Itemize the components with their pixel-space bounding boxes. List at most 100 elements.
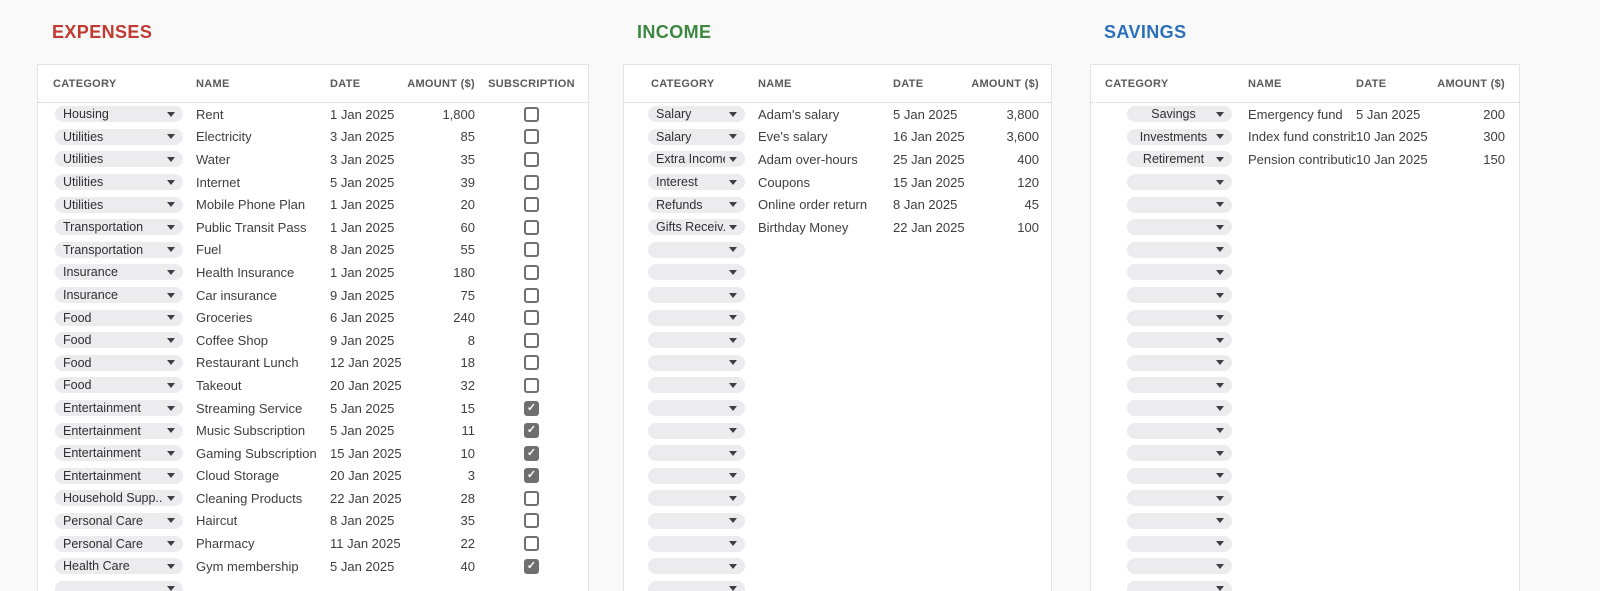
name-cell[interactable]: Groceries <box>196 310 330 325</box>
date-cell[interactable]: 25 Jan 2025 <box>893 152 965 167</box>
amount-cell[interactable]: 3,800 <box>965 107 1051 122</box>
name-cell[interactable]: Public Transit Pass <box>196 220 330 235</box>
subscription-checkbox[interactable] <box>524 287 539 303</box>
date-cell[interactable]: 6 Jan 2025 <box>330 310 402 325</box>
name-cell[interactable]: Coffee Shop <box>196 333 330 348</box>
date-cell[interactable]: 3 Jan 2025 <box>330 152 402 167</box>
category-dropdown[interactable]: Personal Care <box>55 512 183 529</box>
category-dropdown[interactable]: Housing <box>55 106 183 123</box>
name-cell[interactable]: Adam over-hours <box>758 152 893 167</box>
name-cell[interactable]: Streaming Service <box>196 401 330 416</box>
category-dropdown[interactable] <box>1127 558 1232 575</box>
category-dropdown[interactable]: Entertainment <box>55 445 183 462</box>
subscription-checkbox[interactable] <box>524 468 539 484</box>
subscription-checkbox[interactable] <box>524 219 539 235</box>
category-dropdown[interactable]: Food <box>55 354 183 371</box>
date-cell[interactable]: 12 Jan 2025 <box>330 355 402 370</box>
category-dropdown[interactable] <box>1127 512 1232 529</box>
category-dropdown[interactable] <box>1127 174 1232 191</box>
category-dropdown[interactable]: Food <box>55 332 183 349</box>
subscription-checkbox[interactable] <box>524 242 539 258</box>
subscription-checkbox[interactable] <box>524 513 539 529</box>
amount-cell[interactable]: 100 <box>965 220 1051 235</box>
date-cell[interactable]: 5 Jan 2025 <box>330 175 402 190</box>
category-dropdown[interactable]: Utilities <box>55 174 183 191</box>
subscription-checkbox[interactable] <box>524 423 539 439</box>
date-cell[interactable]: 1 Jan 2025 <box>330 107 402 122</box>
category-dropdown[interactable] <box>648 490 745 507</box>
amount-cell[interactable]: 1,800 <box>402 107 475 122</box>
category-dropdown[interactable] <box>1127 241 1232 258</box>
date-cell[interactable]: 5 Jan 2025 <box>330 559 402 574</box>
category-dropdown[interactable] <box>1127 445 1232 462</box>
category-dropdown[interactable] <box>648 377 745 394</box>
date-cell[interactable]: 16 Jan 2025 <box>893 129 965 144</box>
category-dropdown[interactable] <box>1127 354 1232 371</box>
category-dropdown[interactable] <box>648 422 745 439</box>
amount-cell[interactable]: 180 <box>402 265 475 280</box>
category-dropdown[interactable] <box>55 580 183 591</box>
category-dropdown[interactable]: Investments <box>1127 128 1232 145</box>
category-dropdown[interactable] <box>648 309 745 326</box>
subscription-checkbox[interactable] <box>524 106 539 122</box>
amount-cell[interactable]: 35 <box>402 513 475 528</box>
category-dropdown[interactable] <box>1127 422 1232 439</box>
amount-cell[interactable]: 18 <box>402 355 475 370</box>
amount-cell[interactable]: 150 <box>1428 152 1519 167</box>
name-cell[interactable]: Gym membership <box>196 559 330 574</box>
amount-cell[interactable]: 15 <box>402 401 475 416</box>
category-dropdown[interactable]: Interest <box>648 174 745 191</box>
amount-cell[interactable]: 40 <box>402 559 475 574</box>
date-cell[interactable]: 20 Jan 2025 <box>330 378 402 393</box>
category-dropdown[interactable] <box>648 580 745 591</box>
amount-cell[interactable]: 240 <box>402 310 475 325</box>
amount-cell[interactable]: 22 <box>402 536 475 551</box>
subscription-checkbox[interactable] <box>524 332 539 348</box>
subscription-checkbox[interactable] <box>524 264 539 280</box>
category-dropdown[interactable]: Transportation <box>55 241 183 258</box>
date-cell[interactable]: 8 Jan 2025 <box>330 242 402 257</box>
category-dropdown[interactable] <box>1127 467 1232 484</box>
category-dropdown[interactable]: Food <box>55 309 183 326</box>
name-cell[interactable]: Pharmacy <box>196 536 330 551</box>
date-cell[interactable]: 22 Jan 2025 <box>893 220 965 235</box>
subscription-checkbox[interactable] <box>524 558 539 574</box>
date-cell[interactable]: 15 Jan 2025 <box>893 175 965 190</box>
category-dropdown[interactable] <box>648 332 745 349</box>
category-dropdown[interactable]: Insurance <box>55 287 183 304</box>
name-cell[interactable]: Mobile Phone Plan <box>196 197 330 212</box>
category-dropdown[interactable] <box>1127 332 1232 349</box>
subscription-checkbox[interactable] <box>524 174 539 190</box>
name-cell[interactable]: Cleaning Products <box>196 491 330 506</box>
name-cell[interactable]: Index fund constribution <box>1248 129 1356 144</box>
amount-cell[interactable]: 35 <box>402 152 475 167</box>
category-dropdown[interactable]: Entertainment <box>55 467 183 484</box>
amount-cell[interactable]: 32 <box>402 378 475 393</box>
category-dropdown[interactable] <box>648 535 745 552</box>
category-dropdown[interactable] <box>1127 287 1232 304</box>
category-dropdown[interactable] <box>1127 196 1232 213</box>
name-cell[interactable]: Car insurance <box>196 288 330 303</box>
amount-cell[interactable]: 400 <box>965 152 1051 167</box>
category-dropdown[interactable] <box>1127 580 1232 591</box>
category-dropdown[interactable]: Retirement <box>1127 151 1232 168</box>
category-dropdown[interactable]: Insurance <box>55 264 183 281</box>
category-dropdown[interactable] <box>1127 264 1232 281</box>
category-dropdown[interactable] <box>648 264 745 281</box>
category-dropdown[interactable]: Personal Care <box>55 535 183 552</box>
date-cell[interactable]: 1 Jan 2025 <box>330 197 402 212</box>
amount-cell[interactable]: 85 <box>402 129 475 144</box>
name-cell[interactable]: Coupons <box>758 175 893 190</box>
name-cell[interactable]: Pension contribution <box>1248 152 1356 167</box>
date-cell[interactable]: 5 Jan 2025 <box>893 107 965 122</box>
amount-cell[interactable]: 3 <box>402 468 475 483</box>
name-cell[interactable]: Online order return <box>758 197 893 212</box>
subscription-checkbox[interactable] <box>524 355 539 371</box>
category-dropdown[interactable]: Transportation <box>55 219 183 236</box>
category-dropdown[interactable] <box>1127 535 1232 552</box>
date-cell[interactable]: 3 Jan 2025 <box>330 129 402 144</box>
amount-cell[interactable]: 28 <box>402 491 475 506</box>
name-cell[interactable]: Haircut <box>196 513 330 528</box>
date-cell[interactable]: 1 Jan 2025 <box>330 265 402 280</box>
amount-cell[interactable]: 20 <box>402 197 475 212</box>
